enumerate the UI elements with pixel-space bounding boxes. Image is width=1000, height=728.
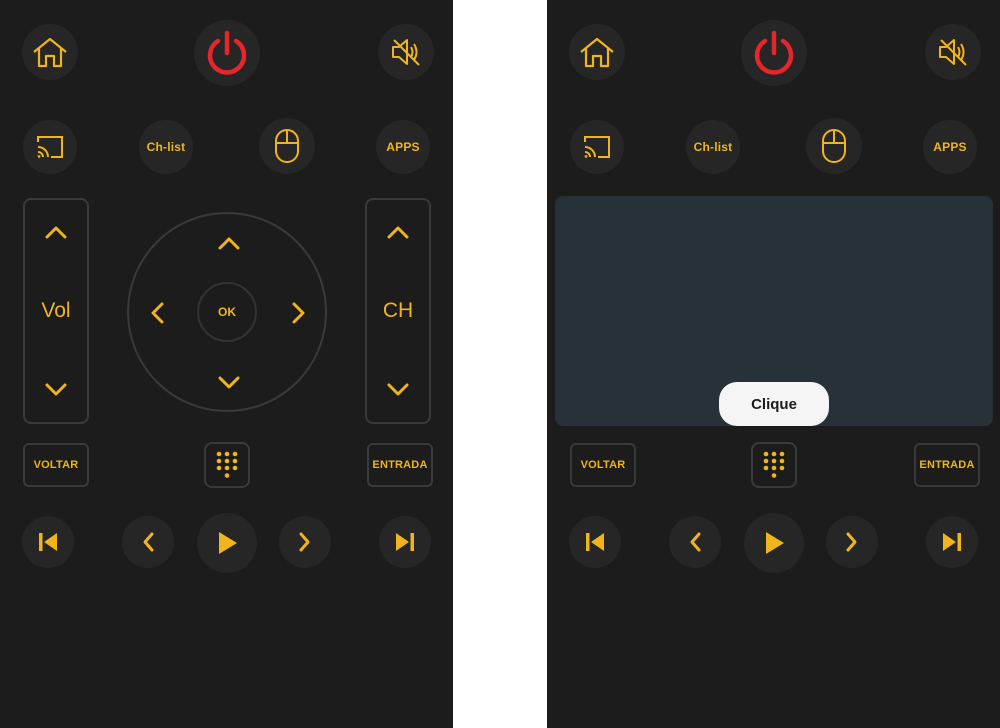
chevron-down-icon <box>45 383 67 396</box>
mute-button[interactable] <box>378 24 434 80</box>
ch-list-button[interactable]: Ch-list <box>686 120 740 174</box>
keypad-icon <box>763 451 785 478</box>
cast-icon <box>584 136 610 159</box>
skip-previous-icon <box>39 533 57 551</box>
skip-next-button[interactable] <box>926 516 978 568</box>
skip-next-icon <box>396 533 414 551</box>
entrada-button[interactable]: ENTRADA <box>367 443 433 487</box>
voltar-label: VOLTAR <box>580 459 626 471</box>
volume-rocker: Vol <box>23 198 89 424</box>
volume-down-button[interactable] <box>25 382 87 398</box>
direction-pad: OK <box>127 212 327 412</box>
forward-button[interactable] <box>279 516 331 568</box>
forward-button[interactable] <box>826 516 878 568</box>
dpad-down-button[interactable] <box>214 368 244 398</box>
power-button[interactable] <box>741 20 807 86</box>
chevron-left-icon <box>151 302 164 324</box>
channel-rocker: CH <box>365 198 431 424</box>
skip-next-button[interactable] <box>379 516 431 568</box>
remote-screen-left: Ch-list APPS Vol OK CH VOLTAR ENTRADA <box>0 0 453 728</box>
chevron-right-icon <box>292 302 305 324</box>
skip-previous-button[interactable] <box>569 516 621 568</box>
mouse-button[interactable] <box>806 118 862 174</box>
chevron-up-icon <box>218 237 240 250</box>
power-icon <box>754 30 794 75</box>
entrada-label: ENTRADA <box>372 459 428 471</box>
cast-button[interactable] <box>570 120 624 174</box>
skip-previous-icon <box>586 533 604 551</box>
channel-down-button[interactable] <box>367 382 429 398</box>
play-button[interactable] <box>197 513 257 573</box>
cast-button[interactable] <box>23 120 77 174</box>
power-button[interactable] <box>194 20 260 86</box>
ch-list-label: Ch-list <box>146 140 186 154</box>
chevron-left-icon <box>143 532 154 552</box>
mute-icon <box>939 39 967 66</box>
keypad-icon <box>216 451 238 478</box>
dpad-right-button[interactable] <box>284 298 314 328</box>
apps-label: APPS <box>933 140 967 154</box>
mouse-icon <box>822 129 846 163</box>
remote-screen-right: Ch-list APPS Clique VOLTAR ENTRADA <box>547 0 1000 728</box>
dpad-left-button[interactable] <box>142 298 172 328</box>
mute-icon <box>392 39 420 66</box>
chevron-down-icon <box>387 383 409 396</box>
power-icon <box>207 30 247 75</box>
skip-next-icon <box>943 533 961 551</box>
play-icon <box>766 532 784 554</box>
chevron-down-icon <box>218 376 240 389</box>
play-icon <box>219 532 237 554</box>
keypad-button[interactable] <box>204 442 250 488</box>
rewind-button[interactable] <box>122 516 174 568</box>
home-icon <box>33 37 67 68</box>
home-icon <box>580 37 614 68</box>
apps-label: APPS <box>386 140 420 154</box>
chevron-left-icon <box>690 532 701 552</box>
ch-list-button[interactable]: Ch-list <box>139 120 193 174</box>
cast-icon <box>37 136 63 159</box>
apps-button[interactable]: APPS <box>376 120 430 174</box>
entrada-label: ENTRADA <box>919 459 975 471</box>
clique-button[interactable]: Clique <box>719 382 829 426</box>
chevron-right-icon <box>299 532 310 552</box>
ok-button[interactable]: OK <box>197 282 257 342</box>
home-button[interactable] <box>22 24 78 80</box>
chevron-right-icon <box>846 532 857 552</box>
voltar-button[interactable]: VOLTAR <box>570 443 636 487</box>
rewind-button[interactable] <box>669 516 721 568</box>
voltar-label: VOLTAR <box>33 459 79 471</box>
home-button[interactable] <box>569 24 625 80</box>
play-button[interactable] <box>744 513 804 573</box>
ch-list-label: Ch-list <box>693 140 733 154</box>
mouse-button[interactable] <box>259 118 315 174</box>
entrada-button[interactable]: ENTRADA <box>914 443 980 487</box>
mute-button[interactable] <box>925 24 981 80</box>
keypad-button[interactable] <box>751 442 797 488</box>
skip-previous-button[interactable] <box>22 516 74 568</box>
voltar-button[interactable]: VOLTAR <box>23 443 89 487</box>
mouse-icon <box>275 129 299 163</box>
apps-button[interactable]: APPS <box>923 120 977 174</box>
dpad-up-button[interactable] <box>214 228 244 258</box>
